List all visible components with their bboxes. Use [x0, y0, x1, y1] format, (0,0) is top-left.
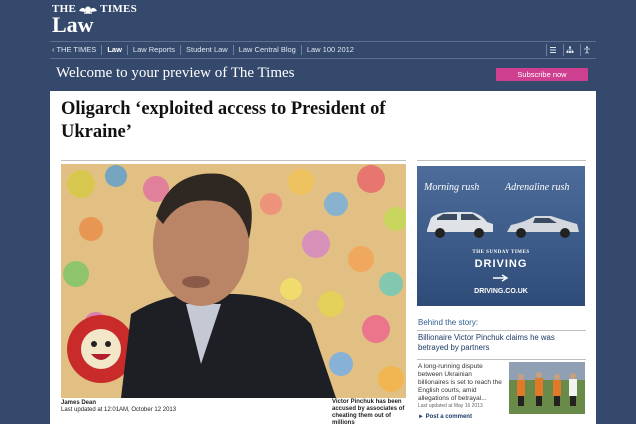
nav-item-the-times[interactable]: ‹ THE TIMES — [50, 45, 101, 55]
nav-item-student-law[interactable]: Student Law — [180, 45, 233, 55]
divider — [417, 359, 586, 360]
byline: James Dean Last updated at 12:01AM, Octo… — [61, 400, 176, 414]
hatchback-car-icon — [427, 212, 493, 238]
divider — [417, 160, 586, 161]
football-players-image — [509, 362, 585, 414]
article-panel: Oligarch ‘exploited access to President … — [50, 91, 596, 424]
accessibility-icon[interactable] — [580, 44, 592, 56]
ad-heading-left: Morning rush — [424, 182, 480, 193]
site-logo[interactable]: THE TIMES Law — [52, 3, 138, 37]
related-story-thumbnail[interactable] — [509, 362, 585, 414]
subscribe-button[interactable]: Subscribe now — [496, 68, 588, 81]
nav-links: ‹ THE TIMES Law Law Reports Student Law … — [50, 45, 359, 55]
ad-url: DRIVING.CO.UK — [474, 288, 528, 295]
post-comment-link[interactable]: ► Post a comment — [418, 414, 472, 420]
related-story-summary: A long-running dispute between Ukrainian… — [418, 363, 502, 402]
related-story-updated: Last updated at May 16 2013 — [418, 403, 483, 409]
nav-item-law-100[interactable]: Law 100 2012 — [300, 45, 359, 55]
list-view-icon[interactable] — [546, 44, 558, 56]
related-story-link[interactable]: Billionaire Victor Pinchuk claims he was… — [418, 333, 584, 353]
nav-item-law-central-blog[interactable]: Law Central Blog — [232, 45, 301, 55]
ad-heading-right: Adrenaline rush — [505, 182, 570, 193]
driving-advert[interactable]: Morning rush Adrenaline rush THE SUNDAY … — [417, 166, 585, 306]
portrait-image — [61, 164, 406, 398]
behind-story-label: Behind the story: — [418, 318, 479, 327]
article-photo — [61, 164, 406, 398]
brand-times: TIMES — [100, 3, 138, 15]
nav-tools — [546, 44, 592, 56]
nav-item-law-reports[interactable]: Law Reports — [126, 45, 180, 55]
ad-publication: THE SUNDAY TIMES — [472, 250, 530, 255]
arrow-icon — [493, 274, 509, 282]
preview-welcome: Welcome to your preview of The Times — [56, 65, 295, 81]
section-nav: ‹ THE TIMES Law Law Reports Student Law … — [50, 41, 596, 59]
author-name[interactable]: James Dean — [61, 400, 176, 407]
divider — [61, 160, 406, 161]
ad-section-logo: DRIVING — [474, 258, 528, 270]
brand-law: Law — [52, 12, 94, 37]
sitemap-icon[interactable] — [563, 44, 575, 56]
nav-item-law[interactable]: Law — [101, 45, 127, 55]
last-updated: Last updated at 12:01AM, October 12 2013 — [61, 407, 177, 413]
article-headline: Oligarch ‘exploited access to President … — [61, 99, 386, 142]
divider — [417, 330, 586, 331]
photo-caption: Victor Pinchuk has been accused by assoc… — [332, 399, 405, 424]
post-comment-label: Post a comment — [425, 414, 472, 420]
sports-car-icon — [507, 216, 579, 238]
comment-bullet-icon: ► — [418, 414, 426, 420]
